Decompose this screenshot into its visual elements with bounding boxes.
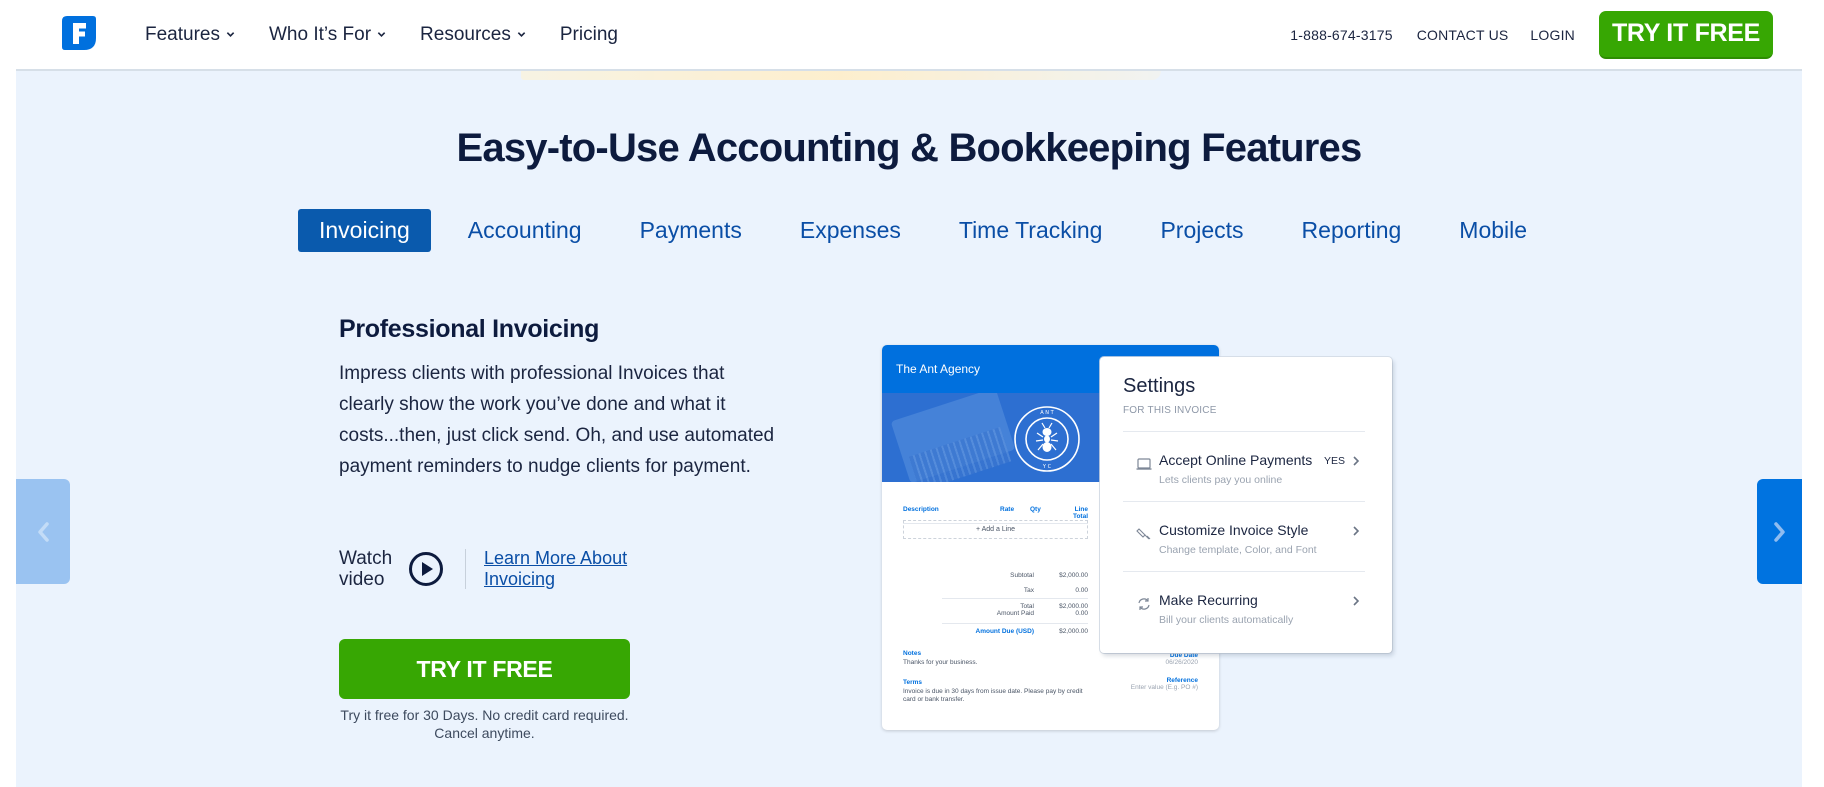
feature-heading: Professional Invoicing: [339, 315, 600, 343]
tab-invoicing[interactable]: Invoicing: [298, 209, 431, 252]
setting-desc: Change template, Color, and Font: [1159, 544, 1317, 556]
divider: [465, 549, 466, 589]
setting-accept-online-payments: Accept Online Payments Lets clients pay …: [1123, 431, 1365, 501]
phone-link[interactable]: 1-888-674-3175: [1290, 27, 1392, 43]
section-title: Easy-to-Use Accounting & Bookkeeping Fea…: [456, 126, 1363, 170]
setting-label: Make Recurring: [1159, 592, 1258, 608]
setting-desc: Bill your clients automatically: [1159, 614, 1294, 626]
setting-value: YES: [1323, 455, 1345, 467]
decorative-glow: [521, 71, 1161, 80]
col-line-total: Line Total: [1072, 506, 1088, 520]
try-it-free-header-button[interactable]: TRY IT FREE: [1599, 10, 1773, 59]
watch-video-row: Watch video Learn More About Invoicing: [339, 548, 654, 590]
settings-title: Settings: [1123, 375, 1196, 397]
features-panel: Easy-to-Use Accounting & Bookkeeping Fea…: [16, 69, 1802, 787]
feature-tabs: Invoicing Accounting Payments Expenses T…: [298, 209, 1564, 252]
add-line-button: + Add a Line: [903, 520, 1088, 539]
chevron-left-icon: [38, 521, 49, 542]
settings-subtitle: FOR THIS INVOICE: [1123, 405, 1217, 416]
chevron-down-icon: [377, 32, 386, 37]
chevron-right-icon: [1773, 521, 1785, 542]
svg-text:A N T: A N T: [1040, 410, 1054, 416]
setting-customize-invoice-style: Customize Invoice Style Change template,…: [1123, 501, 1365, 571]
amount-paid-row: Amount Paid 0.00: [996, 610, 1088, 617]
tab-time-tracking[interactable]: Time Tracking: [938, 209, 1124, 252]
col-rate: Rate: [1000, 506, 1015, 513]
tab-projects[interactable]: Projects: [1139, 209, 1264, 252]
setting-label: Customize Invoice Style: [1159, 522, 1309, 538]
notes-text: Thanks for your business.: [903, 659, 978, 666]
chevron-right-icon: [1353, 596, 1360, 606]
invoice-settings-card: Settings FOR THIS INVOICE Accept Online …: [1100, 357, 1392, 653]
chevron-down-icon: [226, 32, 235, 37]
reference-placeholder: Enter value (E.g. PO #): [1130, 684, 1198, 691]
chevron-right-icon: [1353, 456, 1360, 466]
site-header: Features Who It’s For Resources Pricing …: [0, 0, 1824, 69]
col-description: Description: [903, 506, 939, 513]
notes-label: Notes: [903, 650, 922, 657]
tab-payments[interactable]: Payments: [619, 209, 763, 252]
tab-expenses[interactable]: Expenses: [779, 209, 922, 252]
tab-mobile[interactable]: Mobile: [1438, 209, 1548, 252]
freshbooks-logo-icon[interactable]: [60, 14, 98, 52]
due-date-field: Due Date 06/26/2020: [1165, 652, 1198, 666]
learn-more-link[interactable]: Learn More About Invoicing: [484, 548, 654, 590]
terms-text: Invoice is due in 30 days from issue dat…: [903, 688, 1083, 703]
trial-fine-print: Try it free for 30 Days. No credit card …: [340, 707, 629, 741]
paintbrush-icon: [1136, 528, 1151, 540]
nav-pricing[interactable]: Pricing: [560, 24, 618, 46]
amount-due-row: Amount Due (USD) $2,000.00: [975, 628, 1089, 635]
divider: [942, 623, 1088, 624]
feature-description: Impress clients with professional Invoic…: [339, 363, 775, 477]
reference-label: Reference: [1166, 677, 1198, 684]
laptop-icon: [1136, 458, 1152, 470]
setting-desc: Lets clients pay you online: [1159, 474, 1283, 486]
nav-label: Resources: [420, 23, 511, 45]
terms-label: Terms: [903, 679, 923, 686]
recurring-arrows-icon: [1138, 598, 1150, 610]
utility-nav: 1-888-674-3175 CONTACT US LOGIN TRY IT F…: [1290, 0, 1824, 69]
tax-row: Tax 0.00: [1023, 587, 1088, 594]
chevron-down-icon: [517, 32, 526, 37]
due-date-label: Due Date: [1169, 652, 1198, 659]
main-nav: Features Who It’s For Resources Pricing: [145, 0, 652, 69]
divider: [942, 598, 1088, 599]
due-date-value: 06/26/2020: [1165, 659, 1198, 666]
nav-label: Features: [145, 23, 220, 45]
col-qty: Qty: [1030, 506, 1041, 513]
carousel-prev-button[interactable]: [16, 479, 70, 584]
tab-reporting[interactable]: Reporting: [1281, 209, 1423, 252]
nav-label: Pricing: [559, 23, 618, 45]
login-link[interactable]: LOGIN: [1530, 27, 1575, 43]
carousel-next-button[interactable]: [1757, 479, 1802, 584]
nav-who-its-for[interactable]: Who It’s For: [269, 24, 386, 46]
setting-make-recurring: Make Recurring Bill your clients automat…: [1123, 571, 1365, 641]
reference-field: Reference Enter value (E.g. PO #): [1131, 677, 1198, 691]
nav-label: Who It’s For: [268, 23, 372, 45]
play-circle-icon[interactable]: [408, 551, 444, 587]
nav-resources[interactable]: Resources: [420, 24, 526, 46]
total-row: Total $2,000.00: [1020, 603, 1088, 610]
chevron-right-icon: [1353, 526, 1360, 536]
watch-video-label: Watch video: [339, 548, 393, 590]
try-it-free-button[interactable]: TRY IT FREE: [339, 639, 630, 699]
tab-accounting[interactable]: Accounting: [447, 209, 603, 252]
subtotal-row: Subtotal $2,000.00: [1010, 572, 1088, 579]
nav-features[interactable]: Features: [145, 24, 235, 46]
svg-text:Y C: Y C: [1042, 464, 1052, 470]
contact-us-link[interactable]: CONTACT US: [1417, 27, 1509, 43]
setting-label: Accept Online Payments: [1159, 452, 1313, 468]
ant-agency-emblem-icon: A N T Y C: [1014, 406, 1080, 472]
